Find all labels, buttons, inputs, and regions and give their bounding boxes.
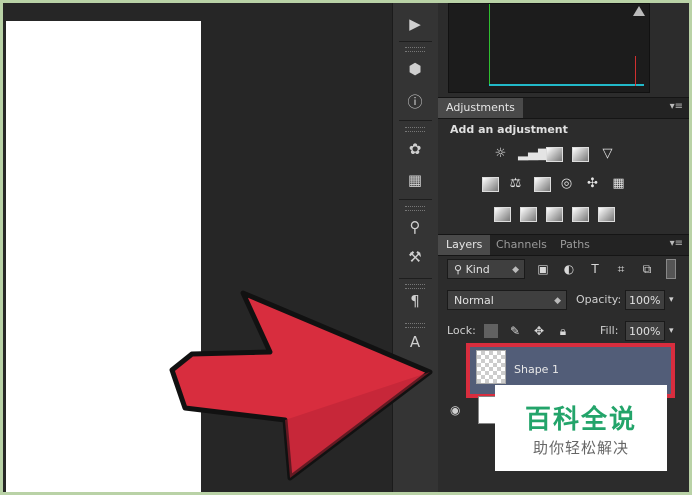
blend-mode-value: Normal <box>454 294 494 307</box>
lock-all-icon[interactable]: 🔒︎ <box>556 324 570 338</box>
palette-icon[interactable]: ✿ <box>402 138 428 160</box>
visibility-eye-icon[interactable]: ◉ <box>450 403 460 417</box>
lock-image-icon[interactable]: ✎ <box>508 324 522 338</box>
histogram-baseline <box>489 84 644 86</box>
levels-icon[interactable]: ▂▄▆ <box>518 146 548 161</box>
adjustments-tabbar: Adjustments ▾≡ <box>438 97 689 119</box>
color-lookup-icon[interactable]: ▦ <box>610 176 627 191</box>
channel-mixer-icon[interactable]: ✣ <box>584 176 601 191</box>
character-icon[interactable]: A <box>402 331 428 353</box>
toolbar-grip[interactable] <box>405 284 425 289</box>
document-canvas[interactable] <box>6 21 201 492</box>
chevron-updown-icon: ◆ <box>512 265 519 275</box>
selective-color-icon[interactable] <box>572 207 589 222</box>
black-white-icon[interactable] <box>534 177 551 192</box>
filter-adjustment-icon[interactable]: ◐ <box>562 262 576 276</box>
histogram-panel <box>448 3 650 93</box>
toolbar-divider <box>399 199 432 200</box>
watermark-title: 百科全说 <box>524 405 637 435</box>
toolbar-divider <box>399 41 432 42</box>
toolbar-divider <box>399 278 432 279</box>
blend-mode-select[interactable]: Normal ◆ <box>447 290 567 310</box>
warning-icon[interactable] <box>633 6 645 16</box>
layer-filter-select[interactable]: ⚲ Kind ◆ <box>447 259 525 279</box>
color-balance-icon[interactable]: ⚖ <box>507 176 524 191</box>
watermark-subtitle: 助你轻松解决 <box>532 439 629 457</box>
paragraph-icon[interactable]: ¶ <box>402 290 428 312</box>
layers-tabbar: Layers Channels Paths ▾≡ <box>438 234 689 256</box>
toolbar-grip[interactable] <box>405 127 425 132</box>
photo-filter-icon[interactable]: ◎ <box>558 176 575 191</box>
filter-type-icon[interactable]: T <box>588 262 602 276</box>
filter-kind-label: Kind <box>465 263 490 276</box>
threshold-icon[interactable] <box>546 207 563 222</box>
vibrance-icon[interactable]: ▽ <box>599 146 616 161</box>
hue-saturation-icon[interactable] <box>482 177 499 192</box>
search-icon: ⚲ <box>454 263 466 276</box>
opacity-label: Opacity: <box>576 293 622 306</box>
tab-adjustments[interactable]: Adjustments <box>438 98 523 118</box>
brushes-icon[interactable]: ⚲ <box>402 216 428 238</box>
tab-paths[interactable]: Paths <box>552 235 598 255</box>
histogram-red-spike <box>635 56 636 86</box>
filter-smart-object-icon[interactable]: ⧉ <box>640 262 654 276</box>
chevron-updown-icon: ◆ <box>554 296 561 306</box>
add-adjustment-label: Add an adjustment <box>450 123 568 136</box>
opacity-dropdown-icon[interactable]: ▾ <box>669 290 674 310</box>
toolbar-grip[interactable] <box>405 323 425 328</box>
gradient-map-icon[interactable] <box>598 207 615 222</box>
filter-toggle[interactable] <box>666 259 676 279</box>
exposure-icon[interactable] <box>572 147 589 162</box>
histogram-green-channel <box>489 4 490 84</box>
fill-input[interactable]: 100% <box>625 321 665 341</box>
3d-icon[interactable]: ⬢ <box>402 58 428 80</box>
lock-label: Lock: <box>447 324 476 337</box>
filter-pixel-icon[interactable]: ▣ <box>536 262 550 276</box>
toolbar-divider <box>399 120 432 121</box>
grid-icon[interactable]: ▦ <box>402 169 428 191</box>
lock-position-icon[interactable]: ✥ <box>532 324 546 338</box>
filter-shape-icon[interactable]: ⌗ <box>614 262 628 276</box>
fill-dropdown-icon[interactable]: ▾ <box>669 321 674 341</box>
play-icon[interactable]: ▶ <box>402 13 428 35</box>
tab-channels[interactable]: Channels <box>488 235 555 255</box>
toolbar-grip[interactable] <box>405 206 425 211</box>
lock-transparent-icon[interactable] <box>484 324 498 338</box>
watermark-logo: 百科全说 助你轻松解决 <box>495 385 667 471</box>
posterize-icon[interactable] <box>520 207 537 222</box>
curves-icon[interactable] <box>546 147 563 162</box>
invert-icon[interactable] <box>494 207 511 222</box>
fill-label: Fill: <box>600 324 619 337</box>
panel-menu-icon[interactable]: ▾≡ <box>670 101 683 112</box>
tab-layers[interactable]: Layers <box>438 235 491 255</box>
panel-menu-icon[interactable]: ▾≡ <box>670 238 683 249</box>
toolbar-grip[interactable] <box>405 47 425 52</box>
panel-icon-toolbar: ▶ ⬢ ⓘ ✿ ▦ ⚲ ⚒ ¶ A <box>392 3 439 492</box>
workspace-background <box>201 3 389 492</box>
brightness-contrast-icon[interactable]: ☼ <box>492 146 509 161</box>
opacity-input[interactable]: 100% <box>625 290 665 310</box>
info-icon[interactable]: ⓘ <box>402 91 428 113</box>
tool-presets-icon[interactable]: ⚒ <box>402 246 428 268</box>
